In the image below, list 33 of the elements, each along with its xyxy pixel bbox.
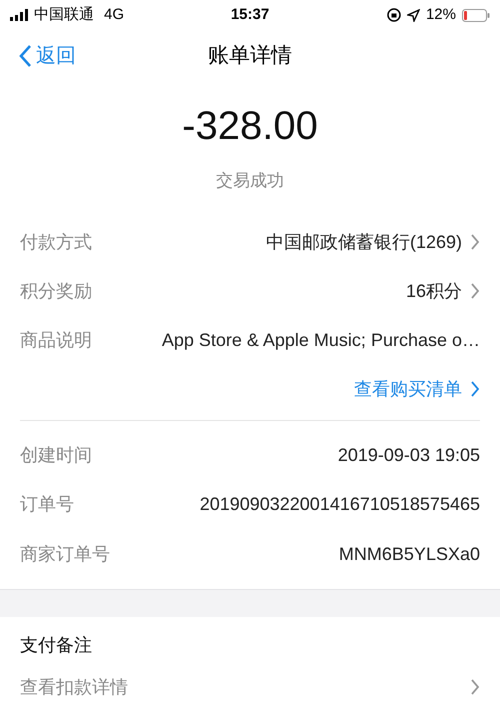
- chevron-icon: [470, 282, 480, 300]
- deduction-details-row[interactable]: 查看扣款详情: [20, 665, 480, 709]
- battery-icon: [462, 8, 490, 22]
- clock-time: 15:37: [230, 4, 270, 25]
- chevron-icon: [470, 678, 480, 696]
- detail-value: 16积分: [406, 280, 462, 302]
- detail-label: 付款方式: [20, 230, 92, 254]
- back-button[interactable]: 返回: [18, 41, 76, 71]
- chevron-icon: [470, 233, 480, 251]
- location-icon: [406, 8, 420, 22]
- order-value: 2019090322001416710518575465: [200, 493, 480, 516]
- remarks-title: 支付备注: [20, 634, 92, 656]
- deduction-details-label: 查看扣款详情: [20, 676, 128, 698]
- order-label: 创建时间: [20, 444, 92, 467]
- order-value: 2019-09-03 19:05: [338, 444, 480, 467]
- detail-value: 中国邮政储蓄银行(1269): [266, 230, 462, 254]
- back-chevron-icon: [18, 44, 32, 68]
- order-label: 订单号: [20, 493, 74, 516]
- transaction-status: 交易成功: [216, 170, 284, 192]
- network-type: 4G: [104, 4, 124, 25]
- detail-value: App Store & Apple Music; Purchase o…: [162, 328, 480, 352]
- detail-label: 商品说明: [20, 328, 92, 352]
- page-title: 账单详情: [208, 43, 292, 70]
- battery-percent: 12%: [426, 4, 456, 25]
- carrier-name: 中国联通: [34, 4, 94, 25]
- order-label: 商家订单号: [20, 542, 110, 566]
- chevron-icon: [470, 380, 480, 398]
- amount-text: -328.00: [182, 106, 318, 146]
- purchase-list-link[interactable]: 查看购买清单: [354, 376, 480, 402]
- signal-icon: [10, 9, 30, 21]
- orientation-lock-icon: [386, 8, 401, 22]
- detail-label: 积分奖励: [20, 280, 92, 302]
- order-value: MNM6B5YLSXa0: [338, 542, 480, 566]
